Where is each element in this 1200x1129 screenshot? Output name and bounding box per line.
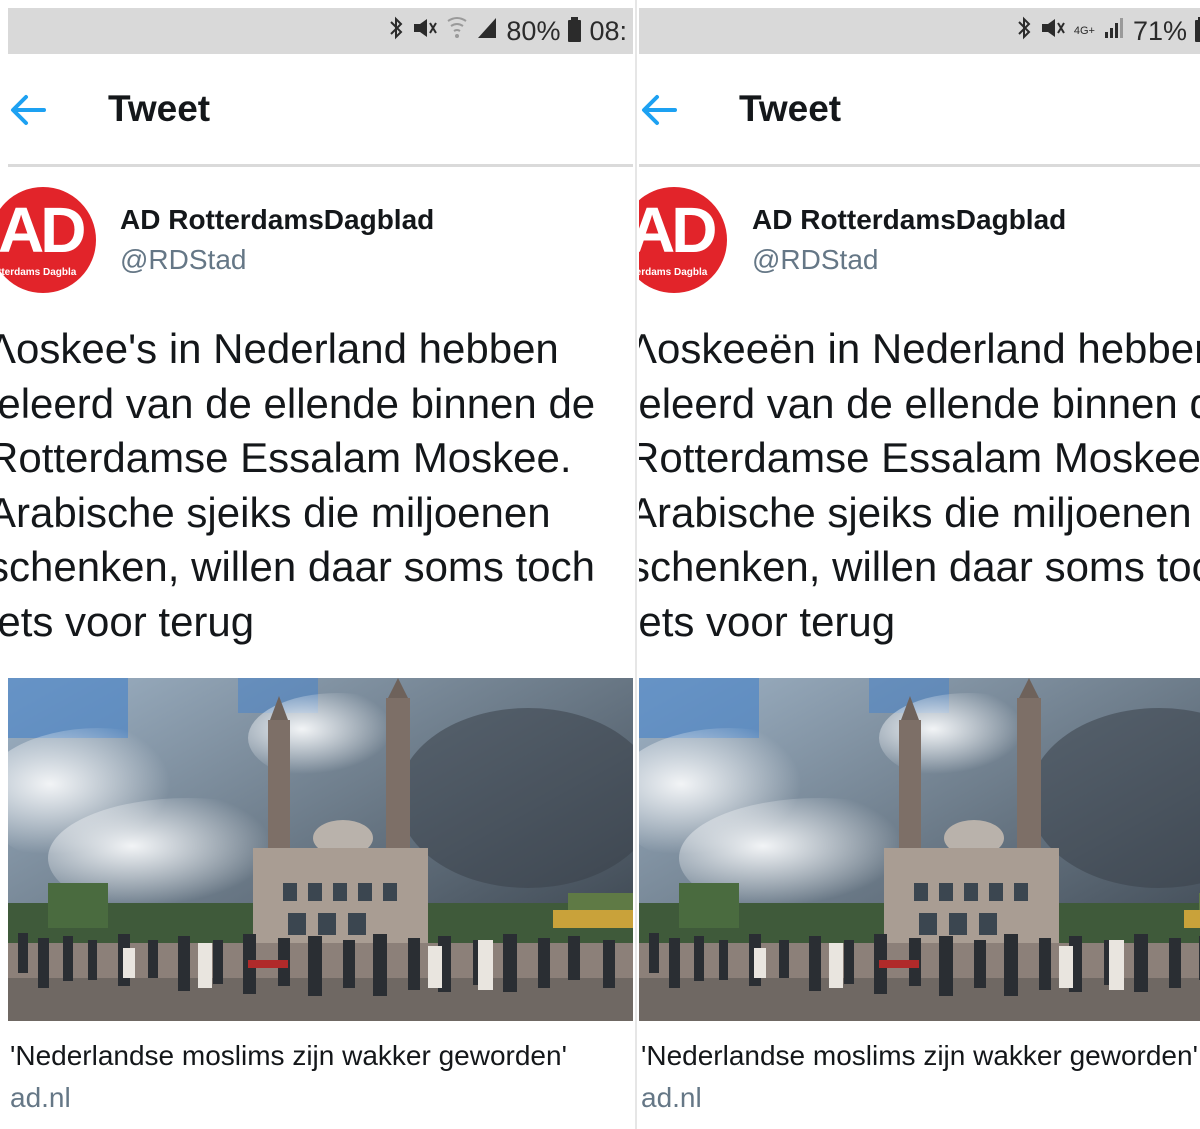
battery-percent: 80%: [506, 15, 561, 46]
author-name[interactable]: AD RotterdamsDagblad: [120, 204, 434, 236]
vibrate-icon: [1040, 16, 1066, 47]
tweet-line: Rotterdamse Essalam Moskee.: [0, 434, 572, 481]
author-name[interactable]: AD RotterdamsDagblad: [752, 204, 1066, 236]
tweet-line: jeleerd van de ellende binnen de: [639, 379, 1200, 427]
status-bar: 4G+ 71%: [639, 8, 1200, 54]
back-arrow-icon[interactable]: [8, 90, 48, 130]
battery-icon: [568, 17, 582, 42]
tweet-line: jeleerd van de ellende binnen de: [0, 379, 596, 427]
tweet-line: Λoskee's in Nederland hebben: [0, 325, 559, 372]
link-card-domain[interactable]: ad.nl: [641, 1082, 702, 1114]
wifi-icon: [446, 15, 468, 48]
header-bar: Tweet: [8, 54, 633, 167]
page-title: Tweet: [739, 88, 842, 129]
tweet-line: schenken, willen daar soms toch: [639, 543, 1200, 590]
header-bar: Tweet: [639, 54, 1200, 167]
link-card-domain[interactable]: ad.nl: [10, 1082, 71, 1114]
avatar[interactable]: AD tterdams Dagbla: [639, 187, 727, 293]
tweet-line: Λoskeeën in Nederland hebben: [639, 325, 1200, 372]
tweet-screenshot-left: 80% 08: Tweet AD tterdams Dagbla AD Rott…: [0, 0, 633, 1129]
battery-percent: 71%: [1132, 15, 1187, 46]
tweet-line: iets voor terug: [639, 597, 896, 645]
link-card-title[interactable]: 'Nederlandse moslims zijn wakker geworde…: [10, 1040, 567, 1072]
avatar-logo: AD: [639, 194, 717, 266]
avatar-subtext: tterdams Dagbla: [639, 267, 708, 278]
back-arrow-icon[interactable]: [639, 90, 679, 130]
tweet-text: Λoskeeën in Nederland hebben jeleerd van…: [639, 322, 1200, 649]
tweet-text: Λoskee's in Nederland hebben jeleerd van…: [0, 322, 633, 649]
tweet-line: Arabische sjeiks die miljoenen: [0, 488, 551, 536]
link-card-title[interactable]: 'Nederlandse moslims zijn wakker geworde…: [641, 1040, 1198, 1072]
avatar[interactable]: AD tterdams Dagbla: [0, 187, 96, 293]
tweet-line: Arabische sjeiks die miljoenen: [639, 488, 1192, 536]
avatar-subtext: tterdams Dagbla: [0, 267, 77, 278]
author-handle[interactable]: @RDStad: [752, 244, 878, 276]
bluetooth-icon: [388, 15, 404, 48]
battery-icon: [1195, 17, 1200, 42]
bluetooth-icon: [1016, 15, 1032, 48]
avatar-logo: AD: [0, 194, 86, 266]
link-card-image[interactable]: [639, 678, 1200, 1021]
tweet-line: iets voor terug: [0, 597, 255, 645]
signal-icon: [1103, 16, 1125, 47]
clock-time: 08:: [589, 15, 627, 46]
tweet-line: Rotterdamse Essalam Moskee.: [639, 434, 1200, 481]
4g-icon: 4G+: [1073, 25, 1095, 37]
author-handle[interactable]: @RDStad: [120, 244, 246, 276]
page-title: Tweet: [108, 88, 211, 129]
tweet-line: schenken, willen daar soms toch: [0, 543, 595, 590]
tweet-screenshot-right: 4G+ 71% Tweet AD tterdams Dagbla AD Rott…: [639, 0, 1200, 1129]
signal-icon: [476, 16, 498, 47]
link-card-image[interactable]: [8, 678, 633, 1021]
vibrate-icon: [412, 16, 438, 47]
status-bar: 80% 08:: [8, 8, 633, 54]
